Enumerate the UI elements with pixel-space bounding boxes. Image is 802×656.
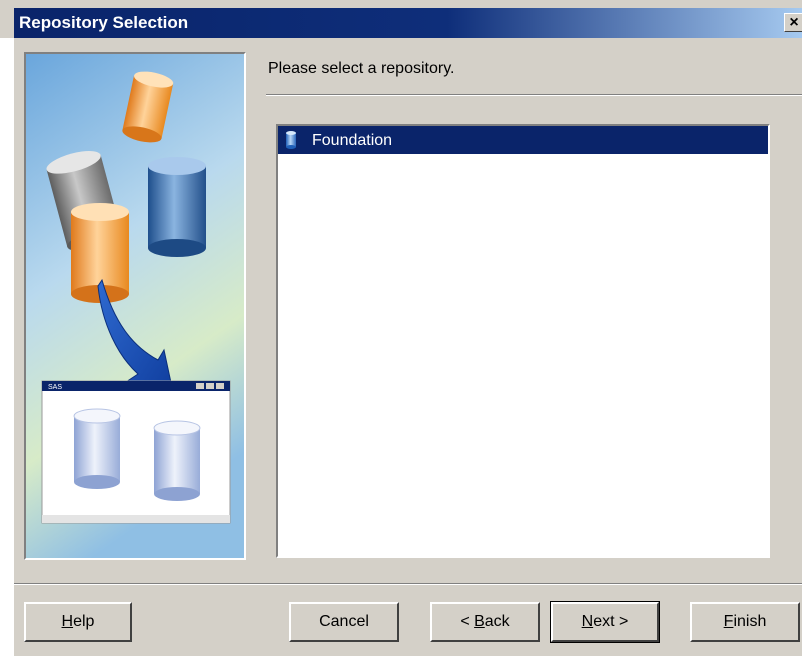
repository-list[interactable]: Foundation bbox=[276, 124, 770, 558]
close-button[interactable]: × bbox=[784, 13, 802, 32]
back-label: ack bbox=[484, 613, 510, 630]
finish-mnemonic: F bbox=[723, 613, 734, 630]
list-item-foundation[interactable]: Foundation bbox=[278, 126, 768, 154]
divider bbox=[14, 583, 802, 585]
next-label: ext > bbox=[593, 613, 629, 630]
window-edge bbox=[0, 38, 14, 656]
back-button[interactable]: < Back bbox=[430, 602, 540, 642]
cancel-label: Cancel bbox=[319, 613, 369, 630]
mini-window: SAS bbox=[41, 380, 231, 524]
help-label: elp bbox=[73, 613, 95, 630]
close-icon: × bbox=[789, 14, 799, 31]
back-prefix: < bbox=[460, 613, 475, 630]
finish-label: inish bbox=[733, 613, 767, 630]
finish-button[interactable]: Finish bbox=[690, 602, 800, 642]
next-mnemonic: N bbox=[581, 613, 594, 630]
title-bar: Repository Selection × bbox=[14, 8, 802, 38]
next-button[interactable]: Next > bbox=[550, 601, 660, 643]
help-mnemonic: H bbox=[61, 613, 74, 630]
wizard-graphic: SAS bbox=[24, 52, 246, 560]
repository-icon bbox=[286, 131, 296, 149]
repository-selection-dialog: Repository Selection × SAS Please select… bbox=[0, 0, 802, 656]
pale-cylinder-left bbox=[73, 408, 121, 489]
cancel-button[interactable]: Cancel bbox=[289, 602, 399, 642]
instruction-text: Please select a repository. bbox=[268, 60, 455, 77]
window-title: Repository Selection bbox=[19, 13, 189, 32]
pale-cylinder-right bbox=[153, 420, 201, 501]
back-mnemonic: B bbox=[474, 613, 485, 630]
help-button[interactable]: Help bbox=[24, 602, 132, 642]
repository-illustration: SAS bbox=[26, 54, 244, 558]
list-item-label: Foundation bbox=[312, 132, 393, 149]
mini-window-title: SAS bbox=[48, 384, 62, 391]
blue-cylinder bbox=[148, 157, 206, 257]
divider bbox=[266, 94, 802, 96]
